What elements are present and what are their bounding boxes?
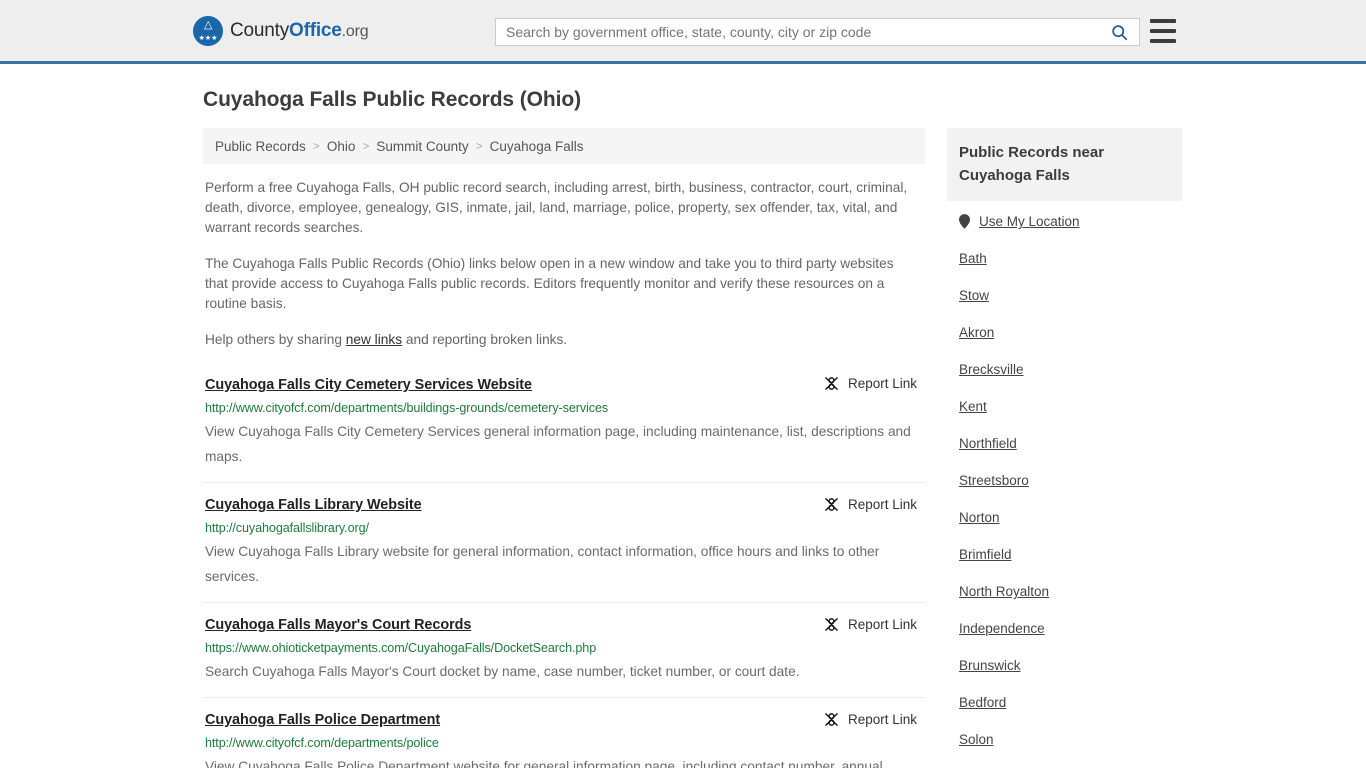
results-list: Cuyahoga Falls City Cemetery Services We…	[203, 362, 925, 768]
result-description: View Cuyahoga Falls Police Department we…	[205, 759, 883, 768]
list-item: Use My Location	[959, 214, 1182, 229]
list-item: Brimfield	[959, 546, 1182, 564]
list-item: Akron	[959, 324, 1182, 342]
sidebar-place-link[interactable]: Bedford	[959, 695, 1006, 710]
list-item: Bedford	[959, 694, 1182, 712]
page-content: Cuyahoga Falls Public Records (Ohio) Pub…	[0, 64, 1366, 768]
breadcrumb-item-public-records[interactable]: Public Records	[215, 139, 306, 154]
site-logo-link[interactable]: △ ★★★ CountyOffice.org	[193, 15, 369, 46]
broken-link-icon	[825, 713, 838, 726]
result-title-link[interactable]: Cuyahoga Falls City Cemetery Services We…	[205, 377, 532, 393]
sidebar: Public Records near Cuyahoga Falls Use M…	[947, 128, 1182, 768]
breadcrumb-item-summit-county[interactable]: Summit County	[376, 139, 468, 154]
report-link-label: Report Link	[847, 376, 917, 391]
breadcrumb-separator: >	[312, 139, 320, 153]
result-url-link[interactable]: http://www.cityofcf.com/departments/buil…	[205, 401, 925, 415]
report-link-button[interactable]: Report Link	[824, 712, 917, 727]
report-link-button[interactable]: Report Link	[824, 497, 917, 512]
intro-paragraph-1: Perform a free Cuyahoga Falls, OH public…	[205, 180, 908, 235]
brand-wordmark: CountyOffice.org	[230, 19, 369, 42]
sidebar-place-link[interactable]: Brimfield	[959, 547, 1012, 562]
report-link-label: Report Link	[847, 617, 917, 632]
list-item: Streetsboro	[959, 472, 1182, 490]
sidebar-place-link[interactable]: North Royalton	[959, 584, 1049, 599]
report-link-button[interactable]: Report Link	[824, 376, 917, 391]
result-item: Cuyahoga Falls Police Department http://w…	[203, 697, 925, 768]
result-url-link[interactable]: https://www.ohioticketpayments.com/Cuyah…	[205, 641, 925, 655]
main-column: Public Records > Ohio > Summit County > …	[203, 128, 925, 768]
result-url-link[interactable]: http://cuyahogafallslibrary.org/	[205, 521, 925, 535]
report-link-button[interactable]: Report Link	[824, 617, 917, 632]
result-item: Cuyahoga Falls City Cemetery Services We…	[203, 362, 925, 482]
hamburger-menu-icon	[1150, 19, 1176, 23]
sidebar-place-link[interactable]: Norton	[959, 510, 1000, 525]
list-item: Independence	[959, 620, 1182, 638]
new-links-link[interactable]: new links	[346, 332, 402, 347]
search-button[interactable]	[1099, 19, 1139, 45]
search-input[interactable]	[496, 19, 1099, 45]
map-pin-icon	[959, 214, 970, 229]
sidebar-place-link[interactable]: Brecksville	[959, 362, 1024, 377]
sidebar-heading: Public Records near Cuyahoga Falls	[947, 128, 1182, 201]
list-item: Bath	[959, 250, 1182, 268]
result-item: Cuyahoga Falls Library Website http://cuy…	[203, 482, 925, 602]
search-icon	[1111, 24, 1127, 40]
sidebar-nearby-list: Use My Location Bath Stow Akron Brecksville…	[947, 201, 1182, 768]
broken-link-icon	[825, 377, 838, 390]
result-title-link[interactable]: Cuyahoga Falls Mayor's Court Records	[205, 617, 471, 633]
list-item: Northfield	[959, 435, 1182, 453]
sidebar-place-link[interactable]: Brunswick	[959, 658, 1021, 673]
result-title-link[interactable]: Cuyahoga Falls Library Website	[205, 497, 422, 513]
intro-text-before-link: Help others by sharing	[205, 332, 346, 347]
use-my-location-label: Use My Location	[979, 214, 1080, 229]
result-description: View Cuyahoga Falls Library website for …	[205, 544, 880, 584]
broken-link-icon	[825, 498, 838, 511]
result-url-link[interactable]: http://www.cityofcf.com/departments/poli…	[205, 736, 925, 750]
hamburger-menu-icon	[1150, 29, 1176, 33]
sidebar-place-link[interactable]: Akron	[959, 325, 994, 340]
sidebar-place-link[interactable]: Stow	[959, 288, 989, 303]
page-title: Cuyahoga Falls Public Records (Ohio)	[203, 88, 581, 111]
result-item: Cuyahoga Falls Mayor's Court Records http…	[203, 602, 925, 697]
result-description: View Cuyahoga Falls City Cemetery Servic…	[205, 424, 911, 464]
result-title-link[interactable]: Cuyahoga Falls Police Department	[205, 712, 440, 728]
breadcrumb-item-ohio[interactable]: Ohio	[327, 139, 356, 154]
list-item: North Royalton	[959, 583, 1182, 601]
breadcrumb-item-cuyahoga-falls: Cuyahoga Falls	[489, 138, 584, 154]
site-header: △ ★★★ CountyOffice.org	[0, 0, 1366, 64]
breadcrumb-separator: >	[362, 139, 370, 153]
sidebar-place-link[interactable]: Streetsboro	[959, 473, 1029, 488]
list-item: Norton	[959, 509, 1182, 527]
breadcrumb-separator: >	[475, 139, 483, 153]
sidebar-place-link[interactable]: Independence	[959, 621, 1045, 636]
result-description: Search Cuyahoga Falls Mayor's Court dock…	[205, 664, 800, 679]
report-link-label: Report Link	[847, 497, 917, 512]
brand-part-county: County	[230, 19, 290, 41]
sidebar-place-link[interactable]: Bath	[959, 251, 987, 266]
use-my-location-link[interactable]: Use My Location	[959, 214, 1182, 229]
list-item: Solon	[959, 731, 1182, 749]
list-item: Brecksville	[959, 361, 1182, 379]
search-bar[interactable]	[495, 18, 1140, 46]
list-item: Stow	[959, 287, 1182, 305]
sidebar-place-link[interactable]: Kent	[959, 399, 987, 414]
intro-text-after-link: and reporting broken links.	[402, 332, 568, 347]
list-item: Kent	[959, 398, 1182, 416]
report-link-label: Report Link	[847, 712, 917, 727]
intro-paragraph-3: Help others by sharing new links and rep…	[203, 314, 915, 350]
brand-part-office: Office	[289, 19, 342, 41]
intro-paragraph-2: The Cuyahoga Falls Public Records (Ohio)…	[205, 256, 894, 311]
brand-part-org: .org	[341, 22, 369, 40]
sidebar-place-link[interactable]: Solon	[959, 732, 994, 747]
eagle-seal-icon: △ ★★★	[193, 15, 223, 46]
list-item: Brunswick	[959, 657, 1182, 675]
broken-link-icon	[825, 618, 838, 631]
breadcrumb: Public Records > Ohio > Summit County > …	[203, 128, 925, 164]
sidebar-place-link[interactable]: Northfield	[959, 436, 1017, 451]
hamburger-menu-button[interactable]	[1150, 19, 1176, 43]
hamburger-menu-icon	[1150, 39, 1176, 43]
